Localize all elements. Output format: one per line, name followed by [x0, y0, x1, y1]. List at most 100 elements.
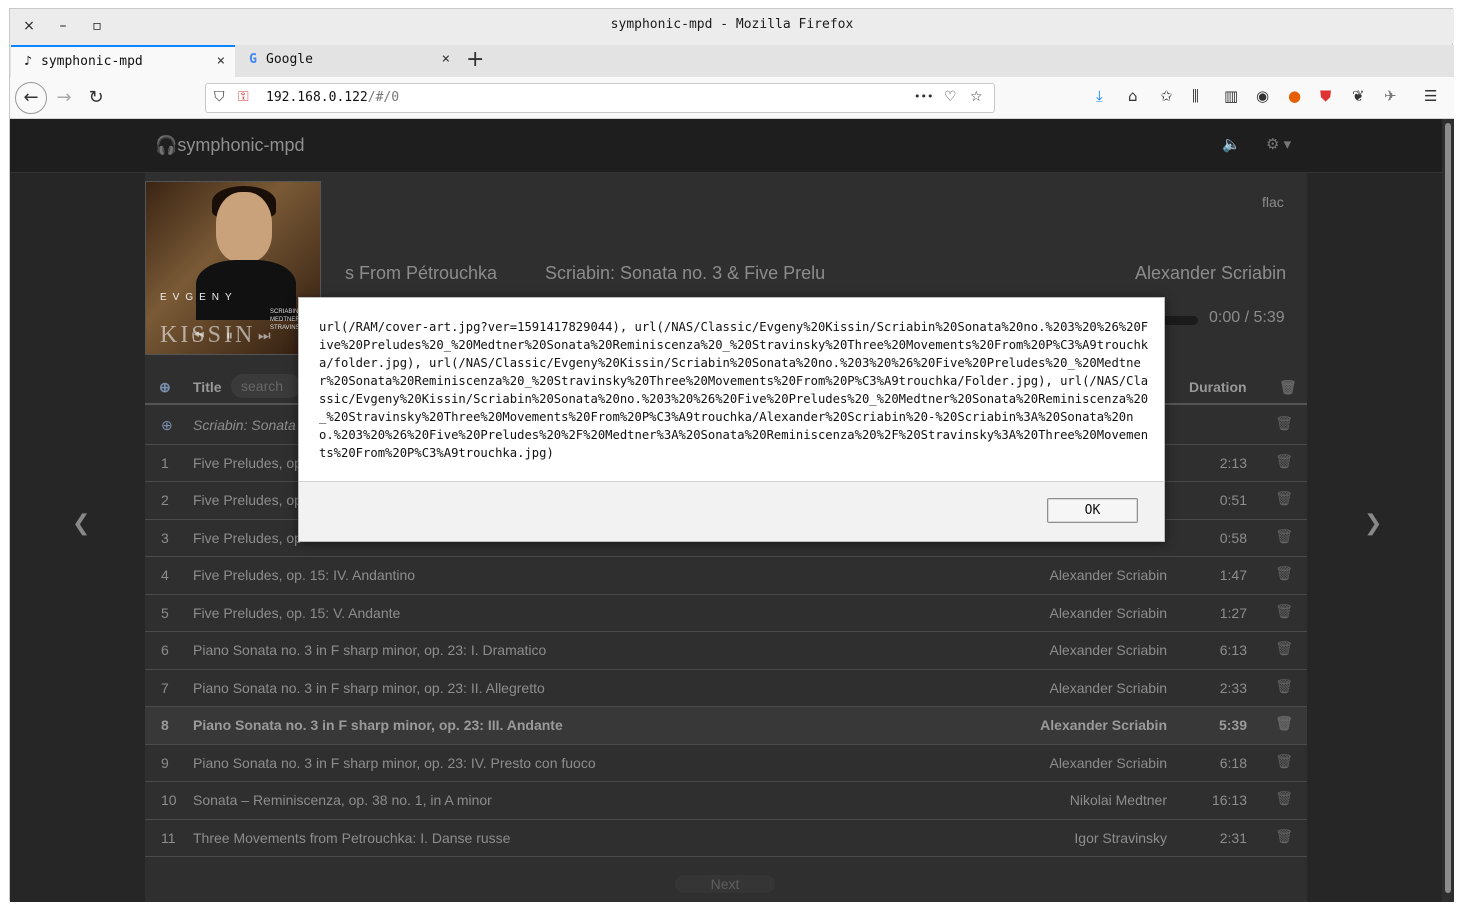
- track-number: 10: [161, 792, 177, 808]
- track-title: Five Preludes, op: [193, 454, 302, 471]
- scrollbar-thumb[interactable]: [1445, 123, 1451, 893]
- brand-label: symphonic-mpd: [177, 135, 305, 155]
- duration-header[interactable]: Duration: [1189, 379, 1247, 395]
- page-scrollbar[interactable]: [1442, 119, 1454, 902]
- table-row[interactable]: 11 Three Movements from Petrouchka: I. Da…: [145, 820, 1307, 857]
- tab-bar: ♪ symphonic-mpd × G Google × +: [10, 45, 1454, 77]
- table-row[interactable]: 5 Five Preludes, op. 15: V. Andante Alexan…: [145, 595, 1307, 632]
- tab-label: Google: [266, 52, 313, 67]
- insecure-lock-icon[interactable]: ⚿: [238, 89, 249, 105]
- time-display: 0:00 / 5:39: [1209, 309, 1285, 326]
- app-brand[interactable]: 🎧symphonic-mpd: [155, 135, 304, 156]
- trash-icon[interactable]: 🗑: [1275, 528, 1293, 545]
- search-input[interactable]: search: [231, 374, 301, 398]
- track-artist: Alexander Scriabin: [1049, 754, 1167, 771]
- url-text[interactable]: 192.168.0.122/#/0: [266, 90, 399, 105]
- table-row[interactable]: 6 Piano Sonata no. 3 in F sharp minor, op…: [145, 632, 1307, 670]
- track-duration: 0:58: [1219, 529, 1247, 546]
- ublock-icon[interactable]: ⛊: [1320, 87, 1331, 105]
- ok-button[interactable]: OK: [1047, 498, 1138, 523]
- table-row[interactable]: 10 Sonata – Reminiscenza, op. 38 no. 1, i…: [145, 782, 1307, 820]
- forward-button[interactable]: →: [50, 84, 78, 112]
- trash-icon[interactable]: 🗑: [1275, 603, 1293, 620]
- trash-icon[interactable]: 🗑: [1275, 490, 1293, 507]
- table-row[interactable]: 8 Piano Sonata no. 3 in F sharp minor, op…: [145, 707, 1307, 745]
- url-host: 192.168.0.122: [266, 90, 368, 105]
- firefox-icon[interactable]: ●: [1288, 87, 1301, 105]
- progress-bar[interactable]: [1160, 316, 1198, 325]
- pause-icon[interactable]: ⏸: [226, 328, 233, 344]
- shield-icon[interactable]: ⛉: [214, 89, 225, 105]
- tab-close-icon[interactable]: ×: [442, 51, 450, 67]
- track-title: Five Preludes, op. 15: IV. Andantino: [193, 567, 416, 583]
- new-tab-button[interactable]: +: [466, 47, 484, 72]
- tab-symphonic-mpd[interactable]: ♪ symphonic-mpd ×: [11, 45, 235, 77]
- bookmarks-icon[interactable]: ✩: [1160, 87, 1173, 105]
- page-actions-icon[interactable]: •••: [914, 90, 933, 103]
- extension-icon[interactable]: ❦: [1352, 87, 1365, 105]
- pocket-icon[interactable]: ♡: [944, 89, 957, 105]
- back-button[interactable]: ←: [15, 82, 47, 114]
- symphonic-favicon-icon: ♪: [24, 54, 32, 69]
- directory-title: Scriabin: Sonata: [193, 417, 296, 433]
- track-artist: Alexander Scriabin: [1049, 679, 1167, 696]
- speaker-icon[interactable]: 🔈: [1222, 135, 1241, 153]
- trash-icon[interactable]: 🗑: [1275, 790, 1293, 807]
- previous-icon[interactable]: ⏮: [192, 328, 205, 344]
- track-number: 4: [161, 567, 169, 583]
- album-title: Scriabin: Sonata no. 3 & Five Prelu: [545, 263, 826, 283]
- tab-google[interactable]: G Google ×: [236, 45, 460, 77]
- track-title: Piano Sonata no. 3 in F sharp minor, op.…: [193, 642, 547, 658]
- track-duration: 1:47: [1219, 567, 1247, 583]
- downloads-icon[interactable]: ⤓: [1096, 87, 1103, 105]
- track-artist: Igor Stravinsky: [1074, 829, 1167, 846]
- table-row[interactable]: 9 Piano Sonata no. 3 in F sharp minor, op…: [145, 745, 1307, 782]
- table-row[interactable]: 7 Piano Sonata no. 3 in F sharp minor, op…: [145, 670, 1307, 707]
- directory-up-icon[interactable]: ⊕: [161, 417, 173, 434]
- next-icon[interactable]: ⏭: [258, 328, 271, 344]
- track-duration: 2:33: [1219, 679, 1247, 696]
- next-page-arrow-icon[interactable]: ❯: [1364, 511, 1382, 536]
- track-title: Piano Sonata no. 3 in F sharp minor, op.…: [193, 754, 596, 771]
- trash-icon[interactable]: 🗑: [1275, 640, 1293, 657]
- tab-close-icon[interactable]: ×: [217, 53, 225, 69]
- audio-format: flac: [1262, 194, 1284, 210]
- trash-icon[interactable]: 🗑: [1275, 453, 1293, 470]
- window-title: symphonic-mpd - Mozilla Firefox: [610, 17, 854, 32]
- sidebar-icon[interactable]: ▥: [1224, 87, 1238, 105]
- account-icon[interactable]: ◉: [1256, 87, 1269, 105]
- menu-icon[interactable]: ☰: [1424, 87, 1437, 105]
- next-page-button[interactable]: Next: [675, 875, 775, 893]
- track-artist: Alexander Scriabin: [1049, 604, 1167, 621]
- bookmark-star-icon[interactable]: ☆: [970, 89, 983, 105]
- title-header[interactable]: Title: [193, 379, 222, 395]
- track-duration: 0:51: [1219, 492, 1247, 508]
- trash-icon[interactable]: 🗑: [1275, 565, 1293, 582]
- alert-dialog: url(/RAM/cover-art.jpg?ver=1591417829044…: [298, 297, 1165, 542]
- table-row[interactable]: 4 Five Preludes, op. 15: IV. Andantino Ale…: [145, 557, 1307, 595]
- gear-icon[interactable]: ⚙ ▾: [1266, 135, 1291, 153]
- app-navbar: 🎧symphonic-mpd 🔈 ⚙ ▾: [10, 119, 1442, 173]
- trash-icon[interactable]: 🗑: [1275, 678, 1293, 695]
- track-duration: 6:18: [1219, 754, 1247, 771]
- home-icon[interactable]: ⌂: [1128, 87, 1138, 105]
- clear-playlist-trash-icon[interactable]: 🗑: [1279, 379, 1297, 396]
- trash-icon[interactable]: 🗑: [1275, 415, 1293, 432]
- track-artist: Alexander Scriabin: [1049, 642, 1167, 658]
- previous-page-arrow-icon[interactable]: ❮: [72, 511, 90, 536]
- track-artist: Alexander Scriabin: [1040, 717, 1167, 733]
- trash-icon[interactable]: 🗑: [1275, 753, 1293, 770]
- track-duration: 1:27: [1219, 604, 1247, 621]
- trash-icon[interactable]: 🗑: [1275, 715, 1293, 732]
- track-artist: Nikolai Medtner: [1069, 792, 1167, 808]
- track-duration: 2:13: [1219, 454, 1247, 471]
- reload-button[interactable]: ↻: [82, 84, 110, 112]
- extension-icon[interactable]: ✈: [1384, 87, 1397, 105]
- dialog-message-area: url(/RAM/cover-art.jpg?ver=1591417829044…: [299, 298, 1164, 482]
- trash-icon[interactable]: 🗑: [1275, 828, 1293, 845]
- library-icon[interactable]: ⫼: [1192, 87, 1199, 105]
- url-bar[interactable]: ⛉ ⚿ 192.168.0.122/#/0 ••• ♡ ☆: [205, 83, 995, 113]
- track-duration: 16:13: [1211, 792, 1247, 808]
- track-number: 5: [161, 604, 169, 621]
- add-icon[interactable]: ⊕: [159, 379, 171, 396]
